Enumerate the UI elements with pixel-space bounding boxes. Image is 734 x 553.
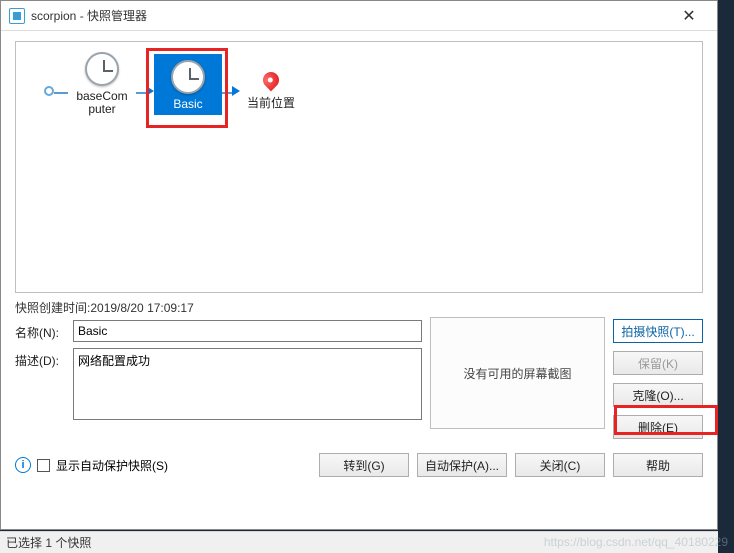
snapshot-node-basic[interactable]: Basic xyxy=(156,54,220,115)
clock-icon xyxy=(85,52,119,86)
close-button[interactable]: ✕ xyxy=(669,2,709,30)
description-label: 描述(D): xyxy=(15,348,73,369)
pin-icon xyxy=(260,69,283,92)
arrow-icon xyxy=(146,86,154,96)
take-snapshot-button[interactable]: 拍摄快照(T)... xyxy=(613,319,703,343)
name-label: 名称(N): xyxy=(15,320,73,341)
details-pane: 快照创建时间:2019/8/20 17:09:17 名称(N): 描述(D): … xyxy=(15,299,703,439)
node-label: 当前位置 xyxy=(247,94,295,111)
app-icon xyxy=(9,8,25,24)
clone-button[interactable]: 克隆(O)... xyxy=(613,383,703,407)
connector xyxy=(222,92,232,94)
status-bar: 已选择 1 个快照 xyxy=(0,531,718,553)
footer: i 显示自动保护快照(S) 转到(G) 自动保护(A)... 关闭(C) 帮助 xyxy=(15,453,703,477)
window-title: scorpion - 快照管理器 xyxy=(31,7,669,24)
side-buttons: 拍摄快照(T)... 保留(K) 克隆(O)... 删除(E) xyxy=(613,319,703,439)
show-autoprotect-checkbox[interactable] xyxy=(37,459,50,472)
connector xyxy=(54,92,68,94)
description-input[interactable] xyxy=(73,348,422,420)
snapshot-tree[interactable]: baseCom puter Basic 当前位置 xyxy=(15,41,703,293)
arrow-icon xyxy=(232,86,240,96)
info-icon[interactable]: i xyxy=(15,457,31,473)
titlebar[interactable]: scorpion - 快照管理器 ✕ xyxy=(1,1,717,31)
keep-button[interactable]: 保留(K) xyxy=(613,351,703,375)
goto-button[interactable]: 转到(G) xyxy=(319,453,409,477)
show-autoprotect-label: 显示自动保护快照(S) xyxy=(56,457,168,474)
autoprotect-button[interactable]: 自动保护(A)... xyxy=(417,453,507,477)
current-position-node[interactable]: 当前位置 xyxy=(240,57,302,111)
close-dialog-button[interactable]: 关闭(C) xyxy=(515,453,605,477)
status-text: 已选择 1 个快照 xyxy=(6,534,91,551)
snapshot-manager-window: scorpion - 快照管理器 ✕ baseCom puter Basic xyxy=(0,0,718,530)
no-screenshot-text: 没有可用的屏幕截图 xyxy=(463,365,571,382)
delete-button[interactable]: 删除(E) xyxy=(613,415,703,439)
help-button[interactable]: 帮助 xyxy=(613,453,703,477)
created-prefix: 快照创建时间: xyxy=(15,301,90,315)
name-input[interactable] xyxy=(73,320,422,342)
node-label: Basic xyxy=(173,98,202,111)
node-label: baseCom puter xyxy=(76,90,127,116)
screenshot-preview: 没有可用的屏幕截图 xyxy=(430,317,605,429)
snapshot-node-basecomputer[interactable]: baseCom puter xyxy=(70,52,134,116)
created-value: 2019/8/20 17:09:17 xyxy=(90,301,193,315)
clock-icon xyxy=(171,60,205,94)
content: baseCom puter Basic 当前位置 xyxy=(1,31,717,529)
start-node[interactable] xyxy=(44,86,54,96)
connector xyxy=(136,92,146,94)
created-time: 快照创建时间:2019/8/20 17:09:17 xyxy=(15,299,422,316)
